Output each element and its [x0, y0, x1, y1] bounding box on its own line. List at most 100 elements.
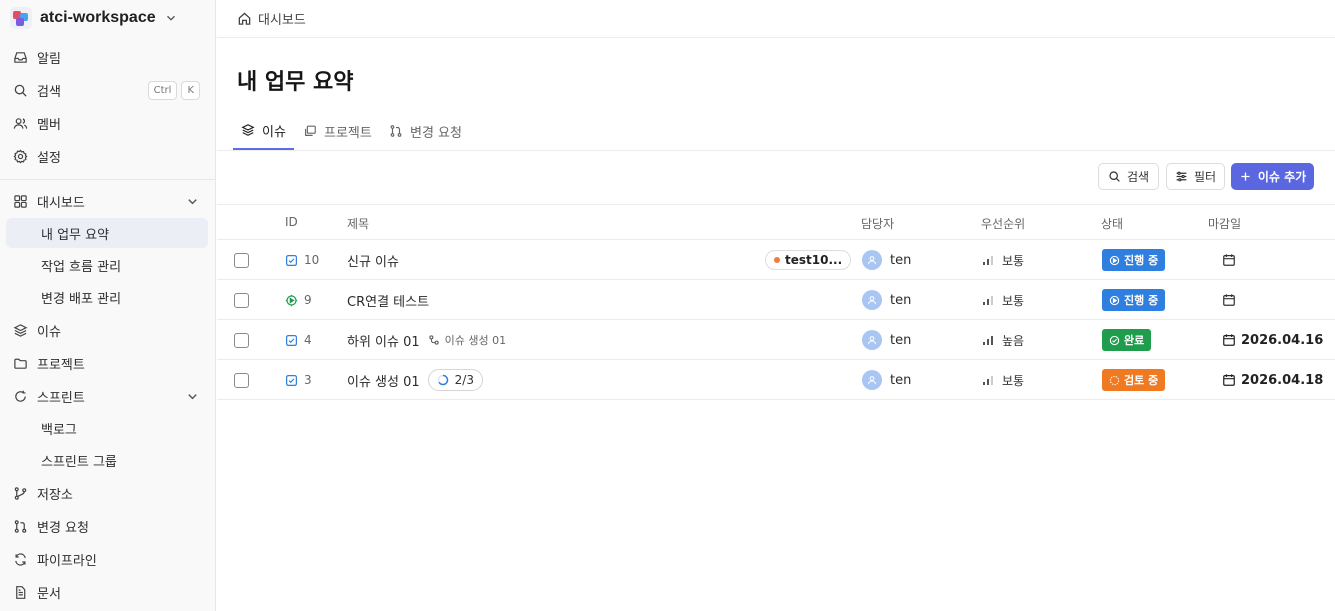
row-checkbox[interactable]	[234, 332, 249, 348]
sidebar-item-label: 파이프라인	[37, 553, 97, 569]
chevron-down-icon	[166, 15, 175, 21]
sidebar-item-projects[interactable]: 프로젝트	[6, 348, 208, 378]
issue-title[interactable]: 이슈 생성 01	[347, 371, 420, 390]
issue-label-tag[interactable]: test10...	[765, 250, 852, 270]
task-checkbox-icon	[286, 334, 297, 346]
sidebar-item-deploy[interactable]: 변경 배포 관리	[6, 282, 208, 312]
home-icon	[238, 12, 251, 25]
sidebar-item-repos[interactable]: 저장소	[6, 478, 208, 508]
assignee[interactable]: ten	[862, 360, 911, 400]
status-badge[interactable]: 검토 중	[1102, 369, 1166, 391]
tab-change-requests[interactable]: 변경 요청	[381, 112, 470, 150]
filter-button[interactable]: 필터	[1166, 163, 1225, 190]
refresh-icon	[15, 552, 26, 566]
issue-title[interactable]: 하위 이슈 01	[347, 331, 420, 350]
sidebar-item-sprint-group[interactable]: 스프린트 그룹	[6, 445, 208, 475]
sidebar-item-label: 문서	[37, 586, 61, 602]
chevron-down-icon[interactable]	[185, 389, 200, 404]
row-checkbox[interactable]	[234, 252, 249, 268]
sidebar-item-label: 내 업무 요약	[41, 227, 110, 243]
issue-id-text: 10	[304, 253, 320, 267]
sidebar-item-issues[interactable]: 이슈	[6, 315, 208, 345]
sidebar-item-label: 변경 요청	[37, 520, 89, 536]
table-row[interactable]: 4 하위 이슈 01 이슈 생성 01 ten 높음 완료 2026.04.16	[217, 320, 1335, 360]
tab-projects[interactable]: 프로젝트	[295, 112, 380, 150]
status-done-icon	[1109, 335, 1120, 345]
sidebar-item-members[interactable]: 멤버	[6, 108, 208, 138]
sidebar-divider	[0, 179, 216, 180]
status-badge[interactable]: 진행 중	[1102, 249, 1166, 271]
row-checkbox[interactable]	[234, 292, 249, 308]
tab-issues[interactable]: 이슈	[233, 112, 294, 150]
avatar	[862, 330, 882, 350]
sidebar-item-label: 스프린트	[37, 390, 85, 406]
priority[interactable]: 보통	[982, 280, 1024, 320]
signal-medium-icon	[983, 376, 993, 385]
sidebar-item-notifications[interactable]: 알림	[6, 42, 208, 72]
priority[interactable]: 보통	[982, 360, 1024, 400]
column-assignee: 담당자	[861, 217, 895, 231]
sidebar-item-change-requests[interactable]: 변경 요청	[6, 511, 208, 541]
sidebar-item-docs[interactable]: 문서	[6, 577, 208, 607]
chevron-down-icon[interactable]	[185, 194, 200, 209]
sidebar-item-sprint[interactable]: 스프린트	[6, 381, 208, 411]
issue-id: 9	[285, 280, 312, 320]
filter-button-label: 필터	[1193, 170, 1217, 184]
sidebar-item-settings[interactable]: 설정	[6, 141, 208, 171]
assignee[interactable]: ten	[862, 320, 911, 360]
task-checkbox-icon	[286, 374, 297, 386]
calendar-icon	[1223, 254, 1235, 266]
sidebar-item-search[interactable]: 검색 Ctrl K	[6, 75, 208, 105]
priority-text: 보통	[1002, 293, 1025, 308]
sidebar-item-dashboard[interactable]: 대시보드	[6, 186, 208, 216]
assignee[interactable]: ten	[862, 280, 911, 320]
workspace-switcher[interactable]: atci-workspace	[10, 6, 178, 30]
sidebar-item-workflow[interactable]: 작업 흐름 관리	[6, 250, 208, 280]
issue-id-text: 4	[304, 333, 312, 347]
status-badge[interactable]: 진행 중	[1102, 289, 1166, 311]
git-branch-icon	[14, 486, 27, 500]
status-badge[interactable]: 완료	[1102, 329, 1152, 351]
add-issue-button[interactable]: 이슈 추가	[1231, 163, 1314, 190]
sidebar-item-label: 검색	[37, 84, 61, 100]
subtask-progress[interactable]: 2/3	[427, 369, 483, 391]
sidebar-item-label: 멤버	[37, 117, 61, 133]
sidebar-item-label: 변경 배포 관리	[41, 291, 122, 307]
column-priority: 우선순위	[981, 217, 1026, 231]
priority[interactable]: 높음	[982, 320, 1024, 360]
status-text: 완료	[1124, 334, 1145, 347]
due-date[interactable]: 2026.04.16	[1222, 320, 1323, 360]
search-button[interactable]: 검색	[1098, 163, 1159, 190]
parent-issue-link[interactable]: 이슈 생성 01	[428, 332, 506, 348]
due-date[interactable]	[1222, 280, 1241, 320]
task-checkbox-icon	[286, 254, 297, 266]
avatar	[862, 370, 882, 390]
assignee[interactable]: ten	[862, 240, 911, 280]
sidebar-item-label: 저장소	[37, 487, 73, 503]
issue-title[interactable]: CR연결 테스트	[347, 291, 429, 310]
due-date[interactable]: 2026.04.18	[1222, 360, 1323, 400]
gear-icon	[13, 148, 28, 163]
due-date[interactable]	[1222, 240, 1241, 280]
add-issue-button-label: 이슈 추가	[1257, 170, 1307, 184]
priority-text: 보통	[1002, 253, 1025, 268]
sidebar-item-label: 백로그	[41, 422, 77, 438]
status-in-progress-icon	[1109, 255, 1120, 265]
table-row[interactable]: 10 신규 이슈 test10... ten 보통 진행 중	[217, 240, 1335, 280]
issue-id: 3	[285, 360, 312, 400]
row-checkbox[interactable]	[234, 372, 249, 388]
breadcrumb-item[interactable]: 대시보드	[258, 9, 306, 28]
sidebar-item-backlog[interactable]: 백로그	[6, 413, 208, 443]
table-row[interactable]: 9 CR연결 테스트 ten 보통 진행 중	[217, 280, 1335, 320]
issue-title[interactable]: 신규 이슈	[347, 251, 399, 270]
pull-request-icon	[390, 125, 402, 137]
label-dot	[774, 257, 780, 263]
table-row[interactable]: 3 이슈 생성 01 2/3 ten 보통 검토 중 2026.04.18	[217, 360, 1335, 400]
status-text: 검토 중	[1124, 374, 1159, 387]
sidebar-item-my-summary[interactable]: 내 업무 요약	[6, 218, 208, 248]
sidebar-item-pipelines[interactable]: 파이프라인	[6, 544, 208, 574]
status-text: 진행 중	[1124, 294, 1159, 307]
priority[interactable]: 보통	[982, 240, 1024, 280]
tab-label: 변경 요청	[410, 125, 462, 141]
assignee-name: ten	[890, 252, 912, 268]
